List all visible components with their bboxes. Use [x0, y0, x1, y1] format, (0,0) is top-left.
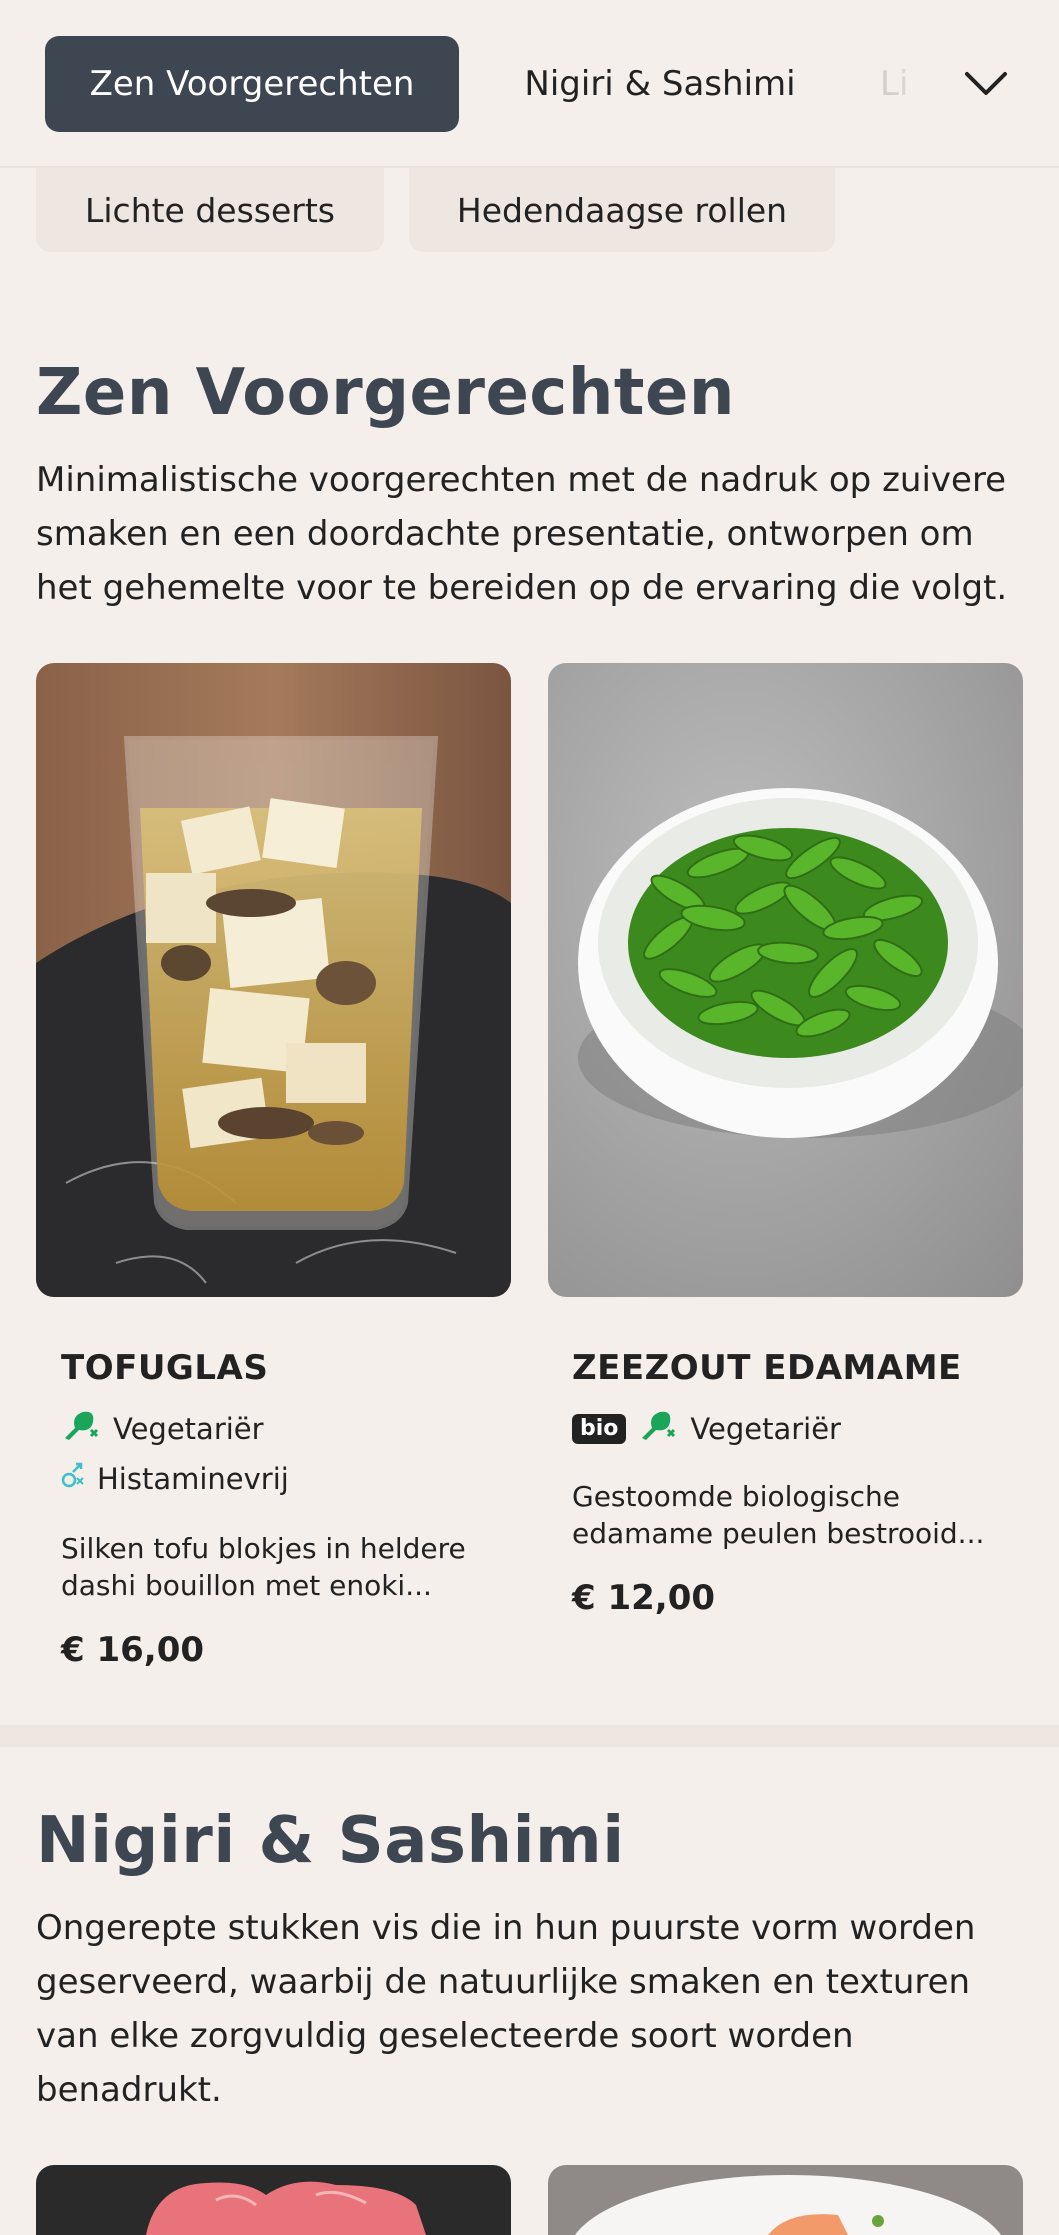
leaf-drumstick-icon	[61, 1408, 101, 1449]
dish-price: € 12,00	[572, 1578, 716, 1618]
section-description: Ongerepte stukken vis die in hun puurste…	[36, 1908, 976, 2110]
dish-description: Silken tofu blokjes in heldere dashi bou…	[61, 1532, 466, 1602]
tag-histamine-free: Histaminevrij	[61, 1460, 289, 1497]
dish-description: Gestoomde biologische edamame peulen bes…	[572, 1480, 985, 1550]
dish-image-tofuglas[interactable]	[36, 663, 511, 1297]
section-title: Nigiri & Sashimi	[36, 1804, 625, 1878]
section-title: Zen Voorgerechten	[36, 356, 735, 430]
tag-group: bio Vegetariër	[572, 1408, 841, 1449]
section-divider	[0, 1725, 1059, 1747]
histamine-free-icon	[61, 1460, 85, 1497]
section-description: Minimalistische voorgerechten met de nad…	[36, 460, 1008, 608]
tab-nigiri-sashimi[interactable]: Nigiri & Sashimi	[480, 36, 840, 132]
dish-image-tuna[interactable]	[36, 2165, 511, 2235]
dish-image-salmon[interactable]	[548, 2165, 1023, 2235]
bio-badge: bio	[572, 1413, 627, 1444]
tag-label: Vegetariër	[690, 1411, 841, 1446]
chip-hedendaagse-rollen[interactable]: Hedendaagse rollen	[409, 168, 835, 252]
leaf-drumstick-icon	[638, 1408, 678, 1449]
dish-name[interactable]: ZEEZOUT EDAMAME	[572, 1348, 962, 1388]
dish-image-zeezout-edamame[interactable]	[548, 663, 1023, 1297]
chevron-down-icon[interactable]	[960, 58, 1012, 110]
dish-price: € 16,00	[61, 1630, 205, 1670]
category-nav: Zen Voorgerechten Nigiri & Sashimi Li	[0, 0, 1059, 168]
chip-lichte-desserts[interactable]: Lichte desserts	[36, 168, 384, 252]
tag-label: Histaminevrij	[97, 1461, 289, 1496]
tab-zen-voorgerechten[interactable]: Zen Voorgerechten	[45, 36, 459, 132]
dish-name[interactable]: TOFUGLAS	[61, 1348, 268, 1388]
tag-vegetarian: Vegetariër	[61, 1408, 264, 1449]
tag-label: Vegetariër	[113, 1411, 264, 1446]
